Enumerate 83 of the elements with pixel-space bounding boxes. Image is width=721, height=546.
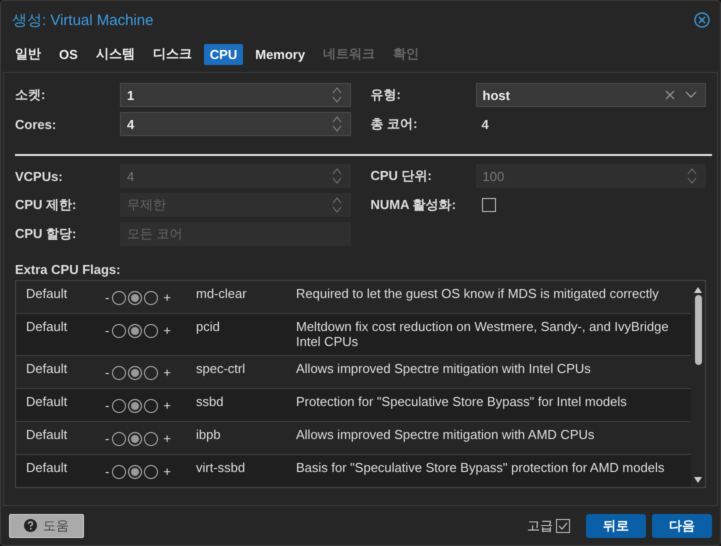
radio-button[interactable] [144, 290, 158, 304]
table-cell-text: Default [25, 394, 68, 409]
radio-button[interactable] [128, 432, 142, 446]
tab[interactable]: 시스템 [90, 42, 141, 66]
field-label: VCPUs: [15, 168, 64, 184]
tab[interactable]: 디스크 [146, 42, 198, 66]
total-cores-value: 4 [480, 116, 489, 132]
plus-label: + [162, 398, 172, 413]
minus-label: - [104, 323, 110, 338]
radio-button[interactable] [128, 366, 142, 380]
table-cell-text: spec-ctrl [196, 361, 246, 376]
nav-button[interactable]: 뒤로 [586, 514, 646, 538]
field-label: Cores: [15, 116, 58, 132]
table-cell-text: pcid [196, 319, 221, 334]
radio-button[interactable] [128, 324, 142, 338]
table-cell-text: virt-ssbd [196, 460, 246, 475]
table-cell-text: Allows improved Spectre mitigation with Intel CPUs [296, 361, 592, 376]
plus-label: + [162, 431, 172, 446]
clear-icon[interactable] [665, 90, 675, 100]
table-cell-text: ibpb [196, 427, 222, 442]
radio-button[interactable] [144, 464, 158, 478]
spin-field[interactable]: 1 [120, 83, 350, 107]
table-cell-text: Required to let the guest OS know if MDS is mitigated correctly [296, 286, 660, 301]
tab[interactable]: CPU [204, 44, 244, 64]
spinner-icon[interactable] [332, 86, 342, 104]
radio-button[interactable] [144, 324, 158, 338]
radio-button[interactable] [144, 366, 158, 380]
table-cell-text: Default [25, 286, 68, 301]
tab[interactable]: Memory [249, 44, 312, 64]
field-label: 유형: [370, 86, 402, 104]
table-cell-text: Allows improved Spectre mitigation with AMD CPUs [296, 427, 596, 442]
window-title: 생성: Virtual Machine [12, 10, 154, 30]
minus-label: - [104, 365, 110, 380]
plus-label: + [162, 464, 172, 479]
plus-label: + [162, 290, 172, 305]
tab[interactable]: OS [53, 44, 84, 64]
type-dropdown[interactable]: host [476, 83, 706, 107]
checkbox[interactable] [482, 198, 496, 212]
radio-button[interactable] [128, 464, 142, 478]
nav-button[interactable]: 다음 [652, 514, 712, 538]
field-label: NUMA 활성화: [370, 196, 457, 214]
scroll-up-icon[interactable] [694, 287, 702, 293]
table-cell-text: Protection for "Speculative Store Bypass" for Intel models [296, 394, 628, 409]
plus-label: + [162, 323, 172, 338]
table-cell-text: Basis for "Speculative Store Bypass" protection for AMD models [296, 460, 666, 475]
table-cell-text: Default [25, 460, 68, 475]
minus-label: - [104, 464, 110, 479]
radio-button[interactable] [144, 398, 158, 412]
radio-button[interactable] [112, 464, 126, 478]
table-cell-text: Default [25, 427, 68, 442]
table-cell-text: ssbd [196, 394, 224, 409]
table-cell-text: Default [25, 319, 68, 334]
section-label: Extra CPU Flags: [15, 262, 122, 277]
radio-button[interactable] [112, 366, 126, 380]
scroll-down-icon[interactable] [694, 477, 702, 483]
spin-field[interactable]: 4 [120, 112, 350, 136]
field-label: CPU 단위: [370, 167, 433, 185]
field-label: 소켓: [15, 86, 46, 104]
radio-button[interactable] [144, 432, 158, 446]
table-cell-text: Default [25, 361, 68, 376]
advanced-label: 고급 [527, 516, 553, 534]
table-cell-text: md-clear [196, 286, 248, 301]
field-label: CPU 제한: [15, 196, 78, 214]
radio-button[interactable] [112, 398, 126, 412]
plus-label: + [162, 365, 172, 380]
minus-label: - [104, 431, 110, 446]
field-label: CPU 할당: [15, 225, 78, 243]
tab[interactable]: 일반 [9, 42, 47, 66]
help-button[interactable]: 도움 [9, 514, 84, 538]
radio-button[interactable] [112, 432, 126, 446]
minus-label: - [104, 290, 110, 305]
close-icon[interactable] [694, 12, 710, 28]
radio-button[interactable] [112, 324, 126, 338]
help-icon [24, 519, 37, 532]
radio-button[interactable] [112, 290, 126, 304]
radio-button[interactable] [128, 398, 142, 412]
spinner-icon[interactable] [332, 115, 342, 133]
table-cell-text: Meltdown fix cost reduction on Westmere, Sandy-, and IvyBridge Intel CPUs [296, 319, 670, 349]
advanced-checkbox[interactable] [556, 518, 570, 532]
minus-label: - [104, 398, 110, 413]
radio-button[interactable] [128, 290, 142, 304]
field-label: 총 코어: [370, 115, 418, 133]
chevron-down-icon[interactable] [685, 91, 697, 99]
